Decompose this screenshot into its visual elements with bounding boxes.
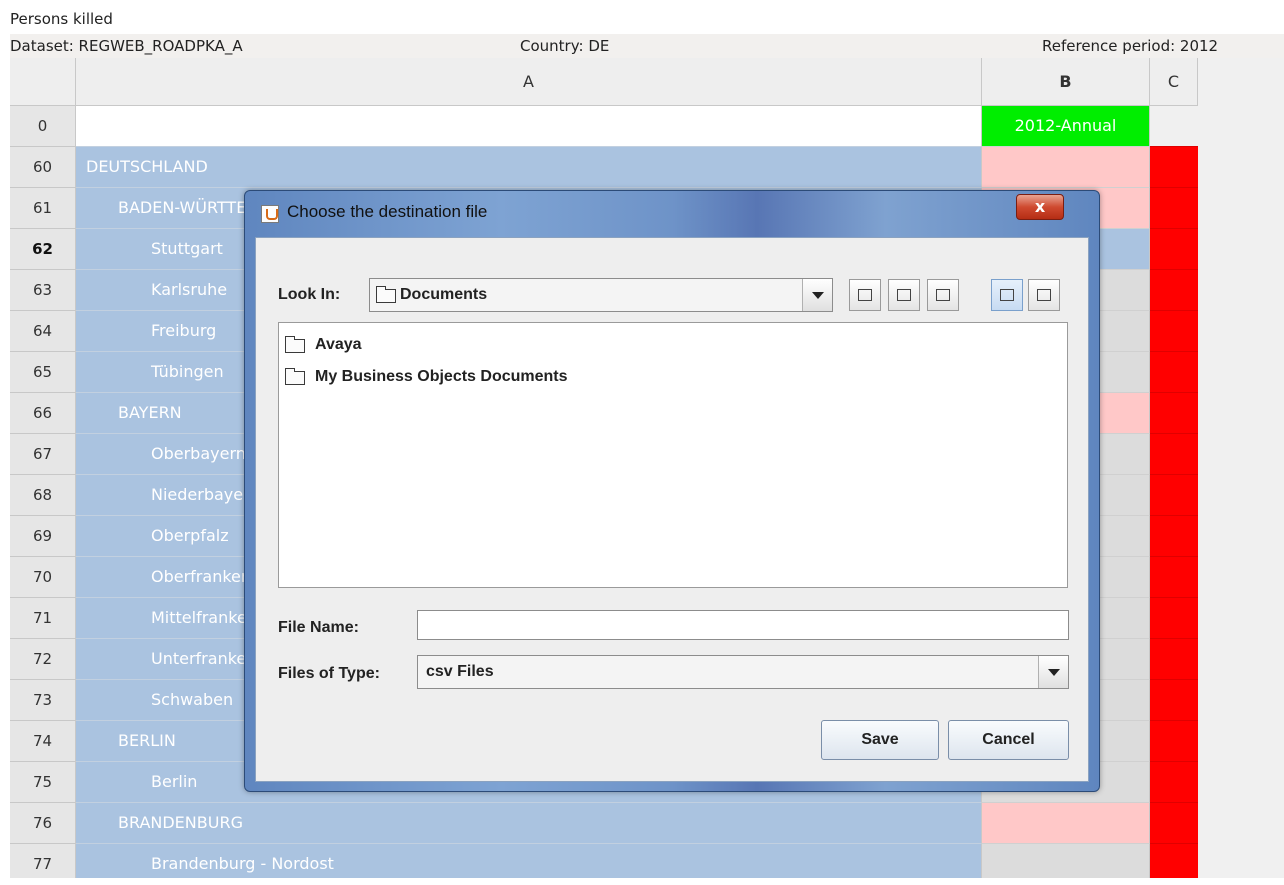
- row-number[interactable]: 74: [10, 721, 76, 762]
- flag-cell[interactable]: [1150, 434, 1198, 475]
- row-number[interactable]: 0: [10, 106, 76, 147]
- flag-cell[interactable]: [1150, 639, 1198, 680]
- cell-c[interactable]: [1150, 106, 1198, 147]
- flag-cell[interactable]: [1150, 147, 1198, 188]
- column-header-a[interactable]: A: [76, 58, 982, 106]
- flag-cell[interactable]: [1150, 229, 1198, 270]
- row-number[interactable]: 77: [10, 844, 76, 878]
- new-folder-button[interactable]: [927, 279, 959, 311]
- flag-cell[interactable]: [1150, 352, 1198, 393]
- folder-icon: [285, 368, 305, 385]
- chevron-down-icon[interactable]: [802, 279, 832, 311]
- row-number[interactable]: 61: [10, 188, 76, 229]
- region-cell[interactable]: DEUTSCHLAND: [76, 147, 982, 188]
- list-view-button[interactable]: [991, 279, 1023, 311]
- flag-cell[interactable]: [1150, 270, 1198, 311]
- new-folder-icon: [936, 289, 950, 301]
- row-number[interactable]: 63: [10, 270, 76, 311]
- look-in-label: Look In:: [278, 286, 341, 303]
- java-icon: [261, 205, 279, 223]
- report-title: Persons killed: [10, 10, 113, 28]
- flag-cell[interactable]: [1150, 516, 1198, 557]
- file-chooser-panel: Look In: Documents Avaya My Business Obj…: [255, 237, 1089, 782]
- look-in-value: Documents: [400, 286, 488, 303]
- up-one-level-button[interactable]: [849, 279, 881, 311]
- row-number[interactable]: 75: [10, 762, 76, 803]
- country-label: Country: DE: [520, 37, 610, 55]
- row-number[interactable]: 64: [10, 311, 76, 352]
- files-of-type-value: csv Files: [426, 663, 494, 680]
- look-in-combo[interactable]: Documents: [369, 278, 833, 312]
- files-of-type-combo[interactable]: csv Files: [417, 655, 1069, 689]
- flag-cell[interactable]: [1150, 680, 1198, 721]
- folder-icon: [285, 336, 305, 353]
- file-name: My Business Objects Documents: [315, 368, 568, 385]
- table-row[interactable]: 0 2012-Annual: [10, 106, 1200, 147]
- save-button[interactable]: Save: [821, 720, 939, 760]
- dialog-title: Choose the destination file: [287, 202, 488, 221]
- home-button[interactable]: [888, 279, 920, 311]
- cancel-button[interactable]: Cancel: [948, 720, 1069, 760]
- flag-cell[interactable]: [1150, 762, 1198, 803]
- table-row[interactable]: 60 DEUTSCHLAND: [10, 147, 1200, 188]
- flag-cell[interactable]: [1150, 475, 1198, 516]
- table-row[interactable]: 77 Brandenburg - Nordost: [10, 844, 1200, 878]
- cell-a[interactable]: [76, 106, 982, 147]
- file-name-label: File Name:: [278, 619, 359, 636]
- file-name-input[interactable]: [417, 610, 1069, 640]
- flag-cell[interactable]: [1150, 393, 1198, 434]
- row-number[interactable]: 68: [10, 475, 76, 516]
- details-view-button[interactable]: [1028, 279, 1060, 311]
- region-cell[interactable]: BRANDENBURG: [76, 803, 982, 844]
- corner-header: [10, 58, 76, 106]
- row-number[interactable]: 65: [10, 352, 76, 393]
- value-cell[interactable]: [982, 844, 1150, 878]
- dialog-titlebar[interactable]: Choose the destination file x: [245, 191, 1099, 237]
- row-number[interactable]: 71: [10, 598, 76, 639]
- chevron-down-icon[interactable]: [1038, 656, 1068, 688]
- period-cell[interactable]: 2012-Annual: [982, 106, 1150, 147]
- dataset-label: Dataset: REGWEB_ROADPKA_A: [10, 37, 243, 55]
- home-icon: [897, 289, 911, 301]
- report-info-bar: Dataset: REGWEB_ROADPKA_A Country: DE Re…: [10, 34, 1284, 58]
- row-number[interactable]: 73: [10, 680, 76, 721]
- choose-destination-dialog: Choose the destination file x Look In: D…: [244, 190, 1100, 792]
- row-number[interactable]: 62: [10, 229, 76, 270]
- row-number[interactable]: 67: [10, 434, 76, 475]
- row-number[interactable]: 72: [10, 639, 76, 680]
- list-view-icon: [1000, 289, 1014, 301]
- region-cell[interactable]: Brandenburg - Nordost: [76, 844, 982, 878]
- row-number[interactable]: 60: [10, 147, 76, 188]
- flag-cell[interactable]: [1150, 311, 1198, 352]
- close-button[interactable]: x: [1016, 194, 1064, 220]
- file-name: Avaya: [315, 336, 362, 353]
- column-header-b[interactable]: B: [982, 58, 1150, 106]
- reference-period-label: Reference period: 2012: [1042, 37, 1219, 55]
- flag-cell[interactable]: [1150, 844, 1198, 878]
- row-number[interactable]: 76: [10, 803, 76, 844]
- files-of-type-label: Files of Type:: [278, 665, 380, 682]
- flag-cell[interactable]: [1150, 188, 1198, 229]
- table-row[interactable]: 76 BRANDENBURG: [10, 803, 1200, 844]
- value-cell[interactable]: [982, 803, 1150, 844]
- flag-cell[interactable]: [1150, 598, 1198, 639]
- column-header-c[interactable]: C: [1150, 58, 1198, 106]
- value-cell[interactable]: [982, 147, 1150, 188]
- file-list[interactable]: Avaya My Business Objects Documents: [278, 322, 1068, 588]
- up-folder-icon: [858, 289, 872, 301]
- flag-cell[interactable]: [1150, 721, 1198, 762]
- flag-cell[interactable]: [1150, 557, 1198, 598]
- row-number[interactable]: 69: [10, 516, 76, 557]
- flag-cell[interactable]: [1150, 803, 1198, 844]
- row-number[interactable]: 70: [10, 557, 76, 598]
- folder-icon: [376, 286, 396, 303]
- details-view-icon: [1037, 289, 1051, 301]
- row-number[interactable]: 66: [10, 393, 76, 434]
